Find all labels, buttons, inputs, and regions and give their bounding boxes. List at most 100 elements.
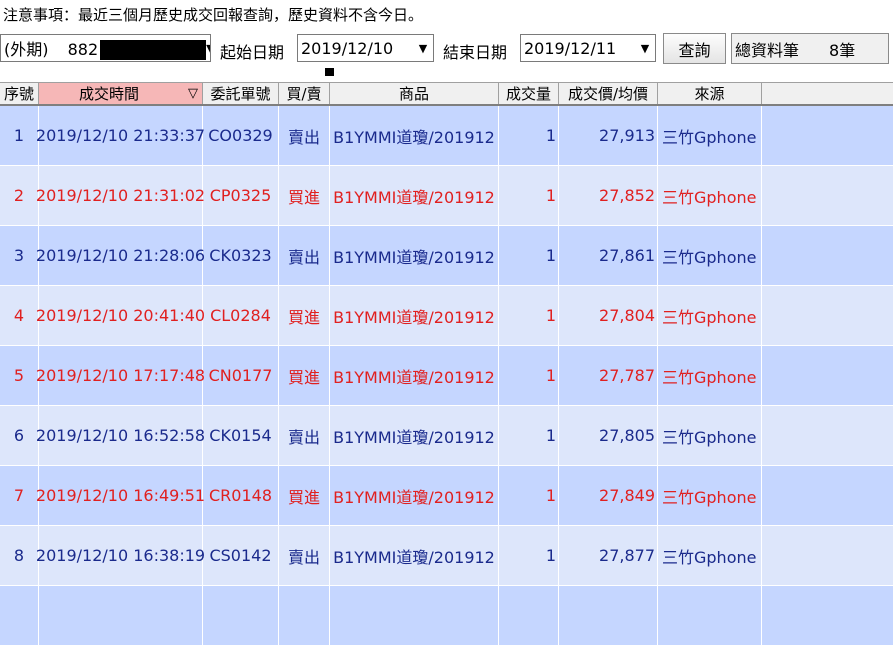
cell-empty: [203, 586, 279, 646]
cell-order: CR0148: [203, 466, 279, 526]
cell-order: CK0323: [203, 226, 279, 286]
cell-qty: 1: [499, 466, 559, 526]
focus-marker: [325, 68, 334, 76]
column-header-no[interactable]: 序號: [0, 83, 39, 104]
cell-no: 4: [0, 286, 39, 346]
cell-time: 2019/12/10 20:41:40: [36, 286, 205, 346]
chevron-down-icon[interactable]: ▼: [635, 35, 655, 61]
cell-side: 賣出: [279, 106, 330, 166]
cell-qty: 1: [499, 406, 559, 466]
cell-empty: [762, 586, 893, 646]
chevron-down-icon[interactable]: ▼: [206, 35, 210, 61]
table-header: 序號 成交時間 ▽ 委託單號 買/賣 商品 成交量 成交價/均價 來源: [0, 82, 893, 106]
cell-empty: [762, 106, 893, 166]
table-row[interactable]: 7 2019/12/10 16:49:51 CR0148 買進 B1YMMI道瓊/201…: [0, 466, 893, 526]
column-header-price[interactable]: 成交價/均價: [559, 83, 658, 104]
cell-side: 買進: [279, 346, 330, 406]
total-records-label: 總資料筆: [735, 40, 800, 60]
cell-time: 2019/12/10 21:33:37: [36, 106, 205, 166]
cell-empty: [279, 586, 330, 646]
cell-qty: 1: [499, 286, 559, 346]
cell-price: 27,849: [559, 466, 658, 526]
cell-side: 買進: [279, 286, 330, 346]
cell-empty: [762, 286, 893, 346]
column-header-order[interactable]: 委託單號: [203, 83, 279, 104]
cell-order: CP0325: [203, 166, 279, 226]
column-header-product[interactable]: 商品: [330, 83, 499, 104]
column-header-qty[interactable]: 成交量: [499, 83, 559, 104]
end-date-value: 2019/12/11: [524, 38, 617, 58]
cell-product: B1YMMI道瓊/201912: [330, 466, 499, 526]
query-controls: (外期) 882 ▼ 起始日期 2019/12/10 ▼ 結束日期 2019/1…: [0, 32, 893, 66]
cell-empty: [762, 526, 893, 586]
cell-empty: [559, 586, 658, 646]
cell-price: 27,877: [559, 526, 658, 586]
cell-empty: [0, 586, 39, 646]
cell-price: 27,805: [559, 406, 658, 466]
cell-source: 三竹Gphone: [658, 226, 762, 286]
cell-price: 27,787: [559, 346, 658, 406]
notice-text: 注意事項：最近三個月歷史成交回報查詢，歷史資料不含今日。: [3, 6, 424, 24]
chevron-down-icon[interactable]: ▼: [413, 35, 433, 61]
cell-no: 6: [0, 406, 39, 466]
cell-no: 8: [0, 526, 39, 586]
cell-time: 2019/12/10 17:17:48: [36, 346, 205, 406]
cell-source: 三竹Gphone: [658, 106, 762, 166]
end-date-label: 結束日期: [443, 43, 508, 62]
cell-product: B1YMMI道瓊/201912: [330, 346, 499, 406]
cell-empty: [39, 586, 203, 646]
cell-time: 2019/12/10 16:52:58: [36, 406, 205, 466]
start-date-label: 起始日期: [220, 43, 285, 62]
column-header-side[interactable]: 買/賣: [279, 83, 330, 104]
cell-price: 27,852: [559, 166, 658, 226]
cell-price: 27,804: [559, 286, 658, 346]
cell-order: CN0177: [203, 346, 279, 406]
cell-no: 2: [0, 166, 39, 226]
start-date-value: 2019/12/10: [301, 38, 394, 58]
table-body: 1 2019/12/10 21:33:37 CO0329 賣出 B1YMMI道瓊/201…: [0, 106, 893, 646]
cell-product: B1YMMI道瓊/201912: [330, 106, 499, 166]
cell-qty: 1: [499, 526, 559, 586]
cell-time: 2019/12/10 21:28:06: [36, 226, 205, 286]
cell-empty: [762, 406, 893, 466]
table-row[interactable]: 5 2019/12/10 17:17:48 CN0177 買進 B1YMMI道瓊/201…: [0, 346, 893, 406]
start-date-select[interactable]: 2019/12/10 ▼: [297, 34, 434, 62]
cell-product: B1YMMI道瓊/201912: [330, 526, 499, 586]
column-header-time-label: 成交時間: [79, 85, 140, 103]
cell-source: 三竹Gphone: [658, 526, 762, 586]
sort-down-icon: ▽: [188, 86, 198, 101]
table-row[interactable]: 4 2019/12/10 20:41:40 CL0284 買進 B1YMMI道瓊/201…: [0, 286, 893, 346]
cell-empty: [762, 346, 893, 406]
column-header-source[interactable]: 來源: [658, 83, 762, 104]
cell-qty: 1: [499, 166, 559, 226]
account-select[interactable]: (外期) 882 ▼: [0, 34, 211, 62]
cell-order: CK0154: [203, 406, 279, 466]
cell-qty: 1: [499, 226, 559, 286]
table-row[interactable]: 6 2019/12/10 16:52:58 CK0154 賣出 B1YMMI道瓊/201…: [0, 406, 893, 466]
total-records-count: 8筆: [829, 40, 856, 60]
cell-time: 2019/12/10 21:31:02: [36, 166, 205, 226]
table-row[interactable]: 1 2019/12/10 21:33:37 CO0329 賣出 B1YMMI道瓊/201…: [0, 106, 893, 166]
cell-order: CS0142: [203, 526, 279, 586]
end-date-select[interactable]: 2019/12/11 ▼: [520, 34, 656, 62]
cell-empty: [499, 586, 559, 646]
cell-empty: [762, 166, 893, 226]
cell-product: B1YMMI道瓊/201912: [330, 166, 499, 226]
account-number: 882: [67, 39, 99, 59]
query-button[interactable]: 查詢: [663, 33, 726, 64]
cell-price: 27,913: [559, 106, 658, 166]
table-row[interactable]: 2 2019/12/10 21:31:02 CP0325 買進 B1YMMI道瓊/201…: [0, 166, 893, 226]
total-records-box: 總資料筆 8筆: [731, 33, 889, 64]
column-header-time[interactable]: 成交時間 ▽: [39, 83, 203, 104]
cell-price: 27,861: [559, 226, 658, 286]
cell-side: 賣出: [279, 526, 330, 586]
cell-no: 5: [0, 346, 39, 406]
table-row[interactable]: 8 2019/12/10 16:38:19 CS0142 賣出 B1YMMI道瓊/201…: [0, 526, 893, 586]
cell-side: 買進: [279, 466, 330, 526]
cell-no: 3: [0, 226, 39, 286]
cell-product: B1YMMI道瓊/201912: [330, 406, 499, 466]
cell-source: 三竹Gphone: [658, 466, 762, 526]
table-row[interactable]: 3 2019/12/10 21:28:06 CK0323 賣出 B1YMMI道瓊/201…: [0, 226, 893, 286]
cell-product: B1YMMI道瓊/201912: [330, 226, 499, 286]
cell-empty: [658, 586, 762, 646]
